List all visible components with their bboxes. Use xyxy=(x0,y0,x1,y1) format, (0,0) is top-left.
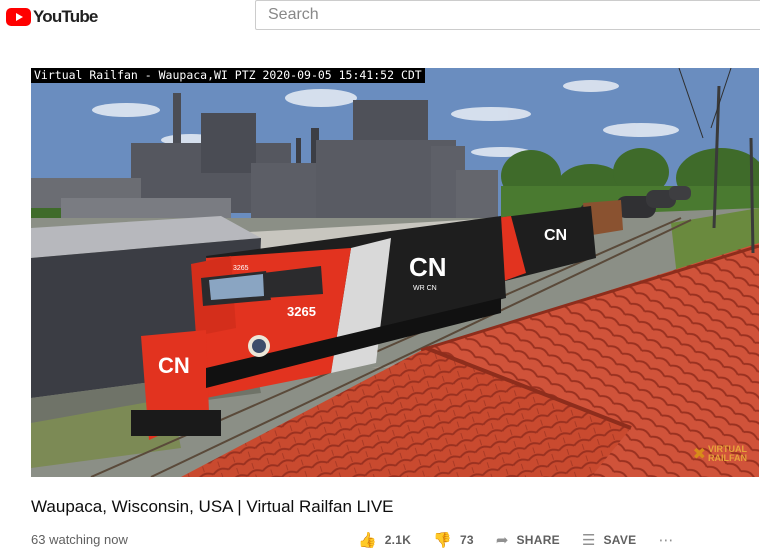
svg-text:WR CN: WR CN xyxy=(413,285,437,292)
crossing-icon: ✖ xyxy=(692,444,706,463)
thumbs-down-icon: 👎 xyxy=(433,531,452,549)
virtual-railfan-watermark: ✖ VIRTUAL RAILFAN xyxy=(693,444,747,463)
camera-timestamp-overlay: Virtual Railfan - Waupaca,WI PTZ 2020-09… xyxy=(31,68,425,83)
video-title: Waupaca, Wisconsin, USA | Virtual Railfa… xyxy=(31,497,394,516)
svg-text:CN: CN xyxy=(544,227,567,244)
video-actions: 👍 2.1K 👎 73 ➦ SHARE ☰ SAVE ⋯ xyxy=(358,531,703,549)
save-button[interactable]: ☰ SAVE xyxy=(582,531,636,549)
playlist-add-icon: ☰ xyxy=(581,531,596,549)
svg-text:CN: CN xyxy=(409,252,447,282)
thumbs-up-icon: 👍 xyxy=(358,531,377,549)
video-frame: CN CN CN WR CN 3265 3265 xyxy=(31,68,759,477)
svg-text:CN: CN xyxy=(158,353,190,378)
more-actions-button[interactable]: ⋯ xyxy=(658,531,681,549)
like-button[interactable]: 👍 2.1K xyxy=(358,531,411,549)
more-icon: ⋯ xyxy=(658,531,674,549)
masthead: YouTube xyxy=(0,0,760,36)
share-icon: ➦ xyxy=(495,531,509,549)
watermark-line-2: RAILFAN xyxy=(708,452,747,463)
svg-text:3265: 3265 xyxy=(233,265,249,272)
search-input[interactable] xyxy=(256,1,760,29)
video-player[interactable]: CN CN CN WR CN 3265 3265 Virtual Railfan… xyxy=(31,68,759,477)
youtube-logo[interactable]: YouTube xyxy=(6,6,98,28)
dislike-button[interactable]: 👎 73 xyxy=(433,531,474,549)
share-button[interactable]: ➦ SHARE xyxy=(496,531,560,549)
svg-text:3265: 3265 xyxy=(287,304,316,319)
youtube-play-icon xyxy=(6,8,31,26)
logo-text: YouTube xyxy=(33,7,98,26)
search-box[interactable] xyxy=(255,0,760,30)
